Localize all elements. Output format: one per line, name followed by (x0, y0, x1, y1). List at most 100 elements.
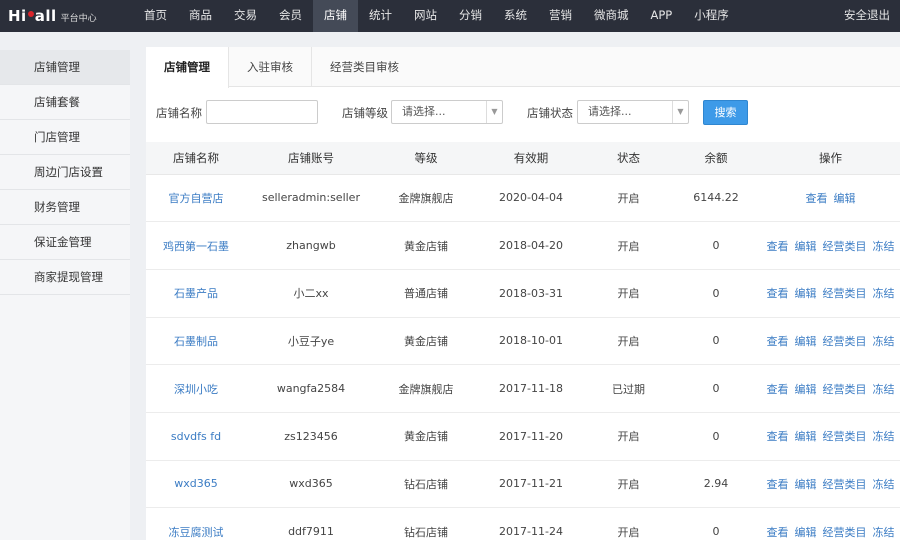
table-row: sdvdfs fd zs123456 黄金店铺 2017-11-20 开启 0 查看 编辑 经营… (146, 412, 900, 461)
nav-item-9[interactable]: 营销 (538, 0, 583, 32)
cell-status: 开启 (586, 174, 671, 223)
shop-name-label: 店铺名称 (156, 106, 202, 120)
op-link[interactable]: 查看 (767, 240, 789, 253)
op-link[interactable]: 编辑 (795, 240, 817, 253)
op-link[interactable]: 冻结 (873, 240, 895, 253)
cell-name[interactable]: 官方自营店 (146, 174, 246, 223)
shop-table: 店铺名称 店铺账号 等级 有效期 状态 余额 操作 官方自营店 selleradmin:sel… (146, 142, 900, 540)
nav-item-2[interactable]: 交易 (223, 0, 268, 32)
cell-account: 小豆子ye (246, 317, 376, 366)
cell-ops: 查看 编辑 经营类目 冻结 (761, 507, 900, 540)
op-link[interactable]: 编辑 (795, 478, 817, 491)
op-link[interactable]: 查看 (767, 383, 789, 396)
cell-expire: 2017-11-21 (476, 460, 586, 509)
nav-item-11[interactable]: APP (640, 0, 684, 32)
nav-item-1[interactable]: 商品 (178, 0, 223, 32)
shop-grade-select[interactable]: 请选择... ▼ (391, 100, 503, 124)
chevron-down-icon: ▼ (486, 101, 502, 123)
cell-name[interactable]: 深圳小吃 (146, 364, 246, 413)
chevron-down-icon: ▼ (672, 101, 688, 123)
op-link[interactable]: 经营类目 (823, 287, 867, 300)
op-link[interactable]: 经营类目 (823, 430, 867, 443)
cell-grade: 钻石店铺 (376, 507, 476, 540)
cell-balance: 6144.22 (671, 174, 761, 223)
op-link[interactable]: 查看 (806, 192, 828, 205)
op-link[interactable]: 查看 (767, 526, 789, 539)
shop-status-label: 店铺状态 (527, 106, 573, 120)
column-header: 操作 (761, 142, 900, 175)
column-header: 状态 (586, 142, 671, 175)
cell-account: 小二xx (246, 269, 376, 318)
sidebar-item-5[interactable]: 保证金管理 (0, 225, 130, 260)
op-link[interactable]: 编辑 (795, 526, 817, 539)
cell-grade: 钻石店铺 (376, 460, 476, 509)
cell-status: 开启 (586, 269, 671, 318)
nav-item-0[interactable]: 首页 (133, 0, 178, 32)
op-link[interactable]: 查看 (767, 430, 789, 443)
op-link[interactable]: 经营类目 (823, 240, 867, 253)
nav-item-10[interactable]: 微商城 (583, 0, 640, 32)
shop-status-select[interactable]: 请选择... ▼ (577, 100, 689, 124)
op-link[interactable]: 冻结 (873, 335, 895, 348)
tab-1[interactable]: 入驻审核 (229, 47, 312, 86)
shop-grade-value: 请选择... (402, 105, 446, 118)
shop-name-input[interactable] (206, 100, 318, 124)
sidebar-item-1[interactable]: 店铺套餐 (0, 85, 130, 120)
tab-0[interactable]: 店铺管理 (146, 47, 229, 88)
op-link[interactable]: 编辑 (795, 430, 817, 443)
op-link[interactable]: 查看 (767, 287, 789, 300)
cell-name[interactable]: 石墨制品 (146, 317, 246, 366)
cell-name[interactable]: 冻豆腐测试 (146, 507, 246, 540)
sidebar-item-4[interactable]: 财务管理 (0, 190, 130, 225)
op-link[interactable]: 经营类目 (823, 383, 867, 396)
cell-grade: 黄金店铺 (376, 317, 476, 366)
op-link[interactable]: 冻结 (873, 478, 895, 491)
tab-bar: 店铺管理 入驻审核 经营类目审核 (146, 47, 900, 88)
op-link[interactable]: 编辑 (834, 192, 856, 205)
op-link[interactable]: 编辑 (795, 287, 817, 300)
logo-text-2: all (34, 7, 57, 25)
nav-item-7[interactable]: 分销 (448, 0, 493, 32)
nav-item-8[interactable]: 系统 (493, 0, 538, 32)
cell-expire: 2018-04-20 (476, 221, 586, 270)
op-link[interactable]: 经营类目 (823, 478, 867, 491)
table-row: wxd365 wxd365 钻石店铺 2017-11-21 开启 2.94 查看 编辑 经营类目… (146, 460, 900, 509)
op-link[interactable]: 冻结 (873, 430, 895, 443)
cell-name[interactable]: wxd365 (146, 460, 246, 509)
op-link[interactable]: 查看 (767, 335, 789, 348)
cell-ops: 查看 编辑 经营类目 冻结 (761, 269, 900, 318)
sidebar-item-2[interactable]: 门店管理 (0, 120, 130, 155)
sidebar-item-6[interactable]: 商家提现管理 (0, 260, 130, 295)
cell-status: 开启 (586, 412, 671, 461)
cell-balance: 0 (671, 507, 761, 540)
nav-item-12[interactable]: 小程序 (683, 0, 740, 32)
op-link[interactable]: 查看 (767, 478, 789, 491)
search-button[interactable]: 搜索 (703, 100, 748, 125)
cell-grade: 普通店铺 (376, 269, 476, 318)
logout-link[interactable]: 安全退出 (844, 0, 890, 30)
table-row: 鸡西第一石墨 zhangwb 黄金店铺 2018-04-20 开启 0 查看 编辑 经营类目 冻结 (146, 221, 900, 270)
nav-item-3[interactable]: 会员 (268, 0, 313, 32)
nav-item-4[interactable]: 店铺 (313, 0, 358, 32)
cell-name[interactable]: 石墨产品 (146, 269, 246, 318)
cell-name[interactable]: sdvdfs fd (146, 412, 246, 461)
op-link[interactable]: 经营类目 (823, 526, 867, 539)
cell-expire: 2017-11-24 (476, 507, 586, 540)
cell-name[interactable]: 鸡西第一石墨 (146, 221, 246, 270)
cell-balance: 0 (671, 412, 761, 461)
cell-balance: 0 (671, 364, 761, 413)
op-link[interactable]: 编辑 (795, 335, 817, 348)
logo[interactable]: Hi all 平台中心 (8, 0, 97, 32)
cell-status: 开启 (586, 507, 671, 540)
tab-2[interactable]: 经营类目审核 (312, 47, 417, 86)
cell-expire: 2017-11-20 (476, 412, 586, 461)
op-link[interactable]: 冻结 (873, 526, 895, 539)
op-link[interactable]: 冻结 (873, 287, 895, 300)
nav-item-5[interactable]: 统计 (358, 0, 403, 32)
nav-item-6[interactable]: 网站 (403, 0, 448, 32)
op-link[interactable]: 编辑 (795, 383, 817, 396)
sidebar-item-3[interactable]: 周边门店设置 (0, 155, 130, 190)
op-link[interactable]: 冻结 (873, 383, 895, 396)
sidebar-item-0[interactable]: 店铺管理 (0, 50, 130, 85)
op-link[interactable]: 经营类目 (823, 335, 867, 348)
